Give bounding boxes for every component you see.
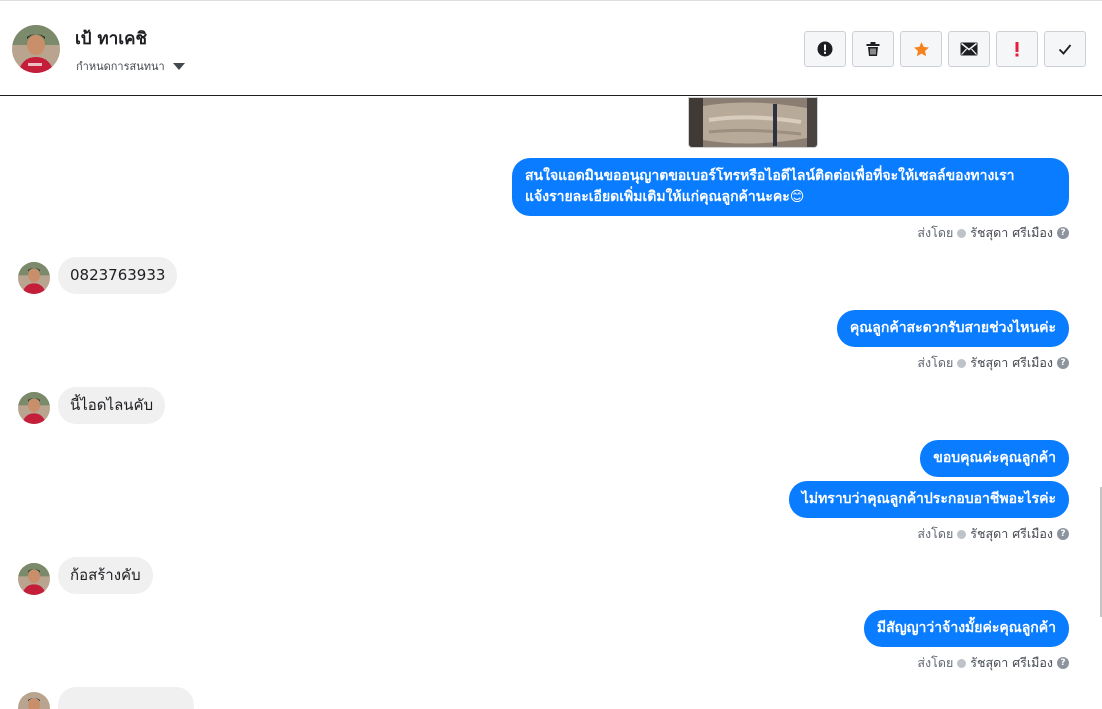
contact-avatar-small[interactable]: [18, 563, 50, 595]
mark-unread-button[interactable]: [948, 31, 990, 67]
outgoing-message[interactable]: ไม่ทราบว่าคุณลูกค้าประกอบอาชีพอะไรค่ะ: [788, 481, 1069, 518]
incoming-message[interactable]: 0823763933: [58, 257, 178, 294]
outgoing-message[interactable]: สนใจแอดมินขออนุญาตขอเบอร์โทรหรือไอดีไลน์…: [512, 158, 1069, 216]
message-text-line: แจ้งรายละเอียดเพิ่มเติมให้แก่คุณลูกค้านะ…: [525, 189, 805, 205]
contact-name: เป้ ทาเคชิ: [75, 29, 147, 49]
incoming-message[interactable]: ก้อสร้างคับ: [58, 557, 153, 594]
sent-by-prefix: ส่งโดย: [917, 655, 954, 670]
alert-circle-icon: [817, 41, 833, 57]
caret-down-icon: [172, 62, 185, 70]
agent-name[interactable]: รัชสุดา ศรีเมือง: [970, 223, 1053, 243]
trash-icon: [866, 42, 880, 56]
sent-by-label: ส่งโดย รัชสุดา ศรีเมือง ?: [917, 653, 1069, 673]
envelope-icon: [960, 42, 978, 56]
shared-photo[interactable]: [688, 97, 818, 148]
delete-button[interactable]: [852, 31, 894, 67]
assign-conversation-label: กำหนดการสนทนา: [76, 60, 165, 73]
agent-name[interactable]: รัชสุดา ศรีเมือง: [970, 653, 1053, 673]
exclamation-icon: [1015, 42, 1019, 57]
sent-by-label: ส่งโดย รัชสุดา ศรีเมือง ?: [917, 524, 1069, 544]
star-button[interactable]: [900, 31, 942, 67]
incoming-message[interactable]: นี้ไอดไลนคับ: [58, 387, 166, 424]
sent-by-prefix: ส่งโดย: [917, 526, 954, 541]
agent-status-icon: [957, 529, 967, 539]
sent-by-label: ส่งโดย รัชสุดา ศรีเมือง ?: [917, 223, 1069, 243]
help-icon[interactable]: ?: [1057, 227, 1069, 239]
agent-status-icon: [957, 228, 967, 238]
contact-avatar-small[interactable]: [18, 262, 50, 294]
checkmark-icon: [1058, 44, 1072, 55]
assign-conversation-dropdown[interactable]: กำหนดการสนทนา: [76, 57, 185, 75]
outgoing-message[interactable]: ขอบคุณค่ะคุณลูกค้า: [920, 440, 1069, 477]
agent-status-icon: [957, 658, 967, 668]
outgoing-message[interactable]: คุณลูกค้าสะดวกรับสายช่วงไหนค่ะ: [836, 310, 1069, 347]
message-thread[interactable]: สนใจแอดมินขออนุญาตขอเบอร์โทรหรือไอดีไลน์…: [0, 97, 1102, 709]
incoming-message-partial[interactable]: [58, 687, 194, 709]
help-icon[interactable]: ?: [1057, 528, 1069, 540]
conversation-header: เป้ ทาเคชิ กำหนดการสนทนา: [0, 0, 1102, 96]
mark-spam-button[interactable]: [804, 31, 846, 67]
contact-avatar[interactable]: [12, 25, 60, 73]
help-icon[interactable]: ?: [1057, 357, 1069, 369]
sent-by-prefix: ส่งโดย: [917, 225, 954, 240]
contact-avatar-small[interactable]: [18, 392, 50, 424]
follow-up-button[interactable]: [996, 31, 1038, 67]
conversation-toolbar: [804, 31, 1086, 67]
sent-by-prefix: ส่งโดย: [917, 355, 954, 370]
contact-avatar-small[interactable]: [18, 692, 50, 709]
agent-name[interactable]: รัชสุดา ศรีเมือง: [970, 353, 1053, 373]
agent-name[interactable]: รัชสุดา ศรีเมือง: [970, 524, 1053, 544]
message-text-line: สนใจแอดมินขออนุญาตขอเบอร์โทรหรือไอดีไลน์…: [525, 168, 1015, 184]
sent-by-label: ส่งโดย รัชสุดา ศรีเมือง ?: [917, 353, 1069, 373]
agent-status-icon: [957, 358, 967, 368]
help-icon[interactable]: ?: [1057, 657, 1069, 669]
mark-done-button[interactable]: [1044, 31, 1086, 67]
outgoing-message[interactable]: มีสัญญาว่าจ้างมั้ยค่ะคุณลูกค้า: [863, 610, 1069, 647]
star-icon: [913, 41, 929, 56]
